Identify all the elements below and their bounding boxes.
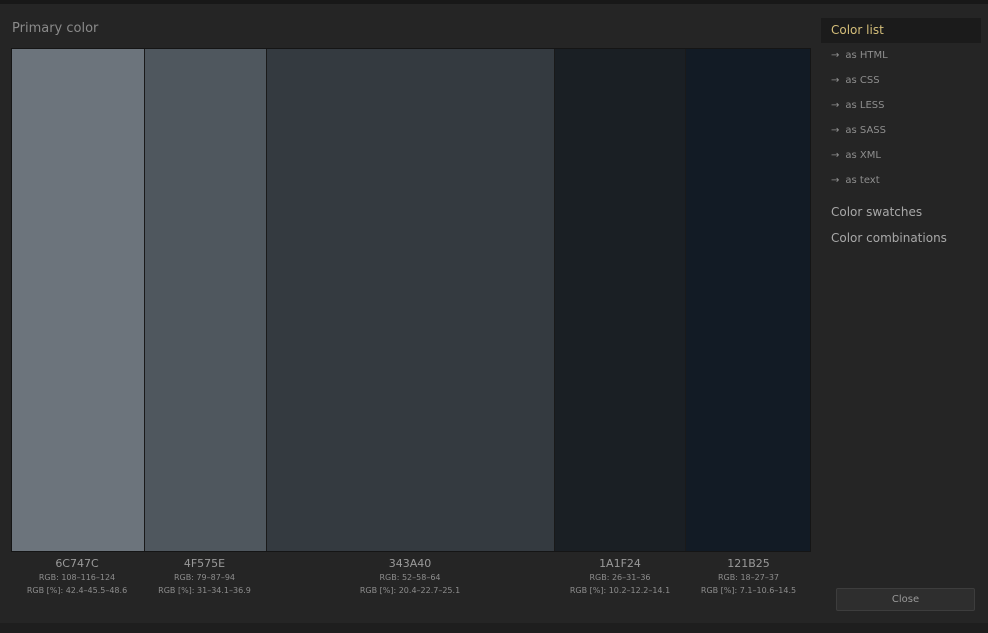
swatch-rgb: RGB: 26–31–36: [589, 573, 651, 582]
menu-label: Color combinations: [831, 231, 947, 245]
menu-label: as CSS: [845, 75, 880, 86]
swatch-hex: 1A1F24: [599, 557, 641, 570]
menu-color-combinations[interactable]: Color combinations: [821, 225, 981, 251]
menu-label: as SASS: [845, 125, 886, 136]
menu-as-css[interactable]: → as CSS: [821, 68, 981, 93]
close-button-label: Close: [891, 594, 920, 605]
swatch-caption: 6C747C RGB: 108–116–124 RGB [%]: 42.4–45…: [11, 556, 143, 597]
arrow-right-icon: →: [831, 75, 840, 86]
swatch-1a1f24[interactable]: [553, 49, 686, 551]
menu-label: Color list: [831, 23, 884, 37]
arrow-right-icon: →: [831, 150, 840, 161]
swatch-hex: 121B25: [727, 557, 770, 570]
menu-as-xml[interactable]: → as XML: [821, 143, 981, 168]
arrow-right-icon: →: [831, 50, 840, 61]
swatch-rgb: RGB: 18–27–37: [717, 573, 780, 582]
menu-as-html[interactable]: → as HTML: [821, 43, 981, 68]
swatch-rgb: RGB: 52–58–64: [379, 573, 441, 582]
swatch-rgb-percent: RGB [%]: 7.1–10.6–14.5: [700, 586, 797, 595]
swatch-hex: 343A40: [388, 557, 432, 570]
menu-label: Color swatches: [831, 205, 923, 219]
swatch-rgb-percent: RGB [%]: 42.4–45.5–48.6: [26, 586, 128, 595]
menu-label: as HTML: [845, 50, 888, 61]
sidebar-menu: Color list → as HTML → as CSS → as LESS → as…: [821, 18, 981, 251]
menu-color-swatches[interactable]: Color swatches: [821, 199, 981, 225]
swatch-6c747c[interactable]: [12, 49, 144, 551]
swatch-hex: 4F575E: [183, 557, 226, 570]
swatch-rgb: RGB: 108–116–124: [38, 573, 116, 582]
window-bottom-edge: [0, 623, 988, 633]
swatch-caption: 121B25 RGB: 18–27–37 RGB [%]: 7.1–10.6–1…: [686, 556, 811, 597]
menu-label: as LESS: [845, 100, 885, 111]
close-button[interactable]: Close: [836, 588, 975, 611]
menu-as-less[interactable]: → as LESS: [821, 93, 981, 118]
arrow-right-icon: →: [831, 125, 840, 136]
menu-color-list[interactable]: Color list: [821, 18, 981, 43]
swatch-rgb-percent: RGB [%]: 20.4–22.7–25.1: [359, 586, 461, 595]
swatch-captions: 6C747C RGB: 108–116–124 RGB [%]: 42.4–45…: [11, 556, 811, 597]
menu-as-sass[interactable]: → as SASS: [821, 118, 981, 143]
menu-as-text[interactable]: → as text: [821, 168, 981, 193]
swatch-caption: 343A40 RGB: 52–58–64 RGB [%]: 20.4–22.7–…: [266, 556, 554, 597]
swatch-rgb-percent: RGB [%]: 31–34.1–36.9: [158, 586, 251, 595]
swatch-hex: 6C747C: [55, 557, 99, 570]
menu-label: as XML: [845, 150, 881, 161]
swatch-343a40[interactable]: [266, 49, 554, 551]
swatch-121b25[interactable]: [685, 49, 810, 551]
swatch-caption: 1A1F24 RGB: 26–31–36 RGB [%]: 10.2–12.2–…: [554, 556, 686, 597]
arrow-right-icon: →: [831, 175, 840, 186]
menu-label: as text: [845, 175, 880, 186]
dialog-title: Primary color: [12, 21, 99, 36]
swatch-caption: 4F575E RGB: 79–87–94 RGB [%]: 31–34.1–36…: [143, 556, 266, 597]
palette-swatches: [11, 48, 811, 552]
swatch-rgb: RGB: 79–87–94: [173, 573, 236, 582]
swatch-rgb-percent: RGB [%]: 10.2–12.2–14.1: [569, 586, 671, 595]
color-dialog: Primary color 6C747C RGB: 108–116–124 RG…: [0, 4, 988, 623]
swatch-4f575e[interactable]: [143, 49, 267, 551]
arrow-right-icon: →: [831, 100, 840, 111]
